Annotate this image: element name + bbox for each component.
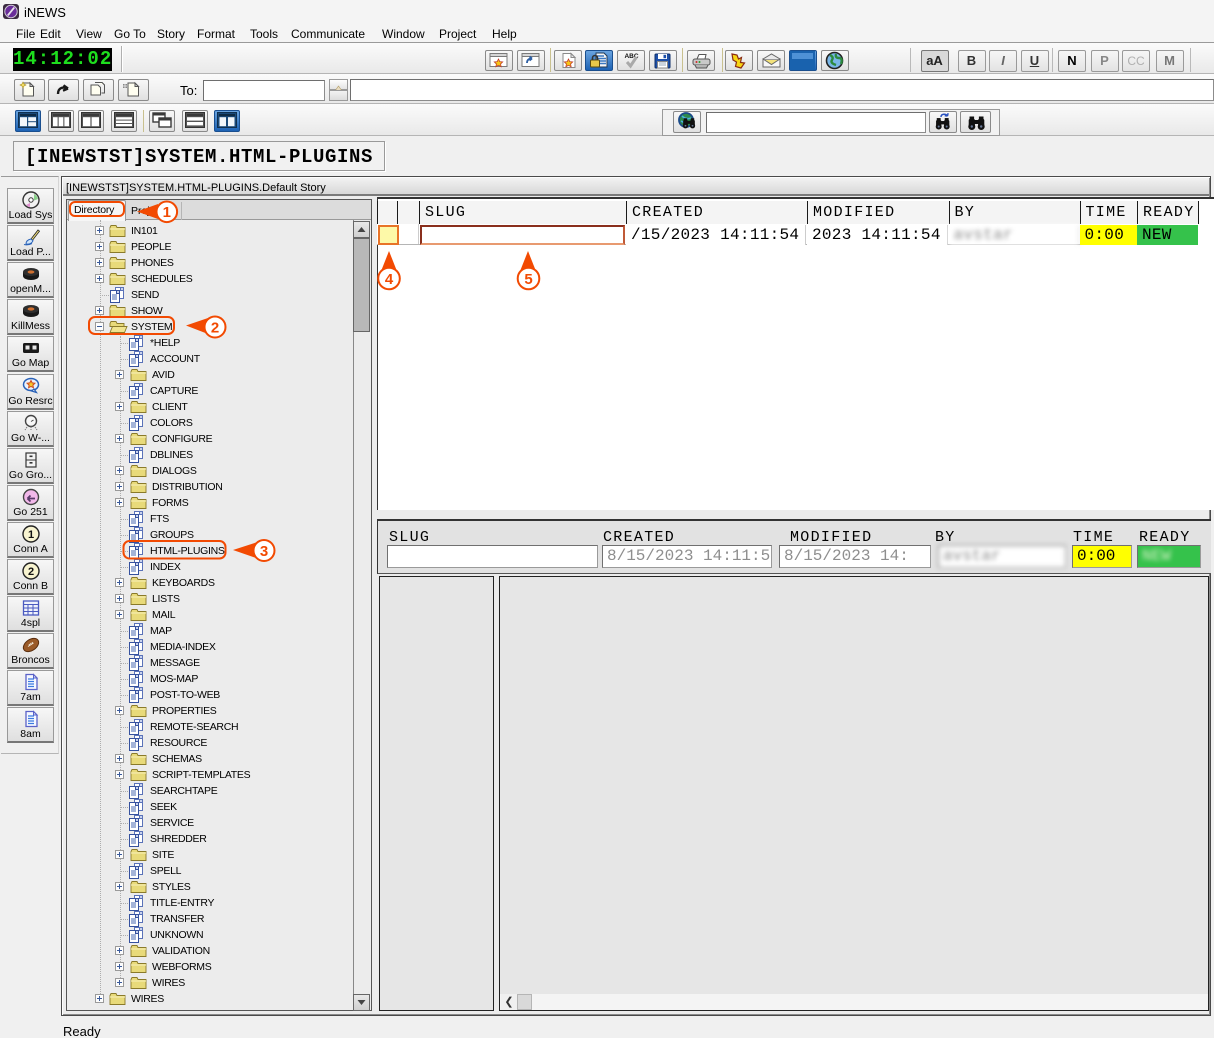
svg-text:2: 2 [27,566,33,578]
svg-text:1: 1 [27,529,33,541]
